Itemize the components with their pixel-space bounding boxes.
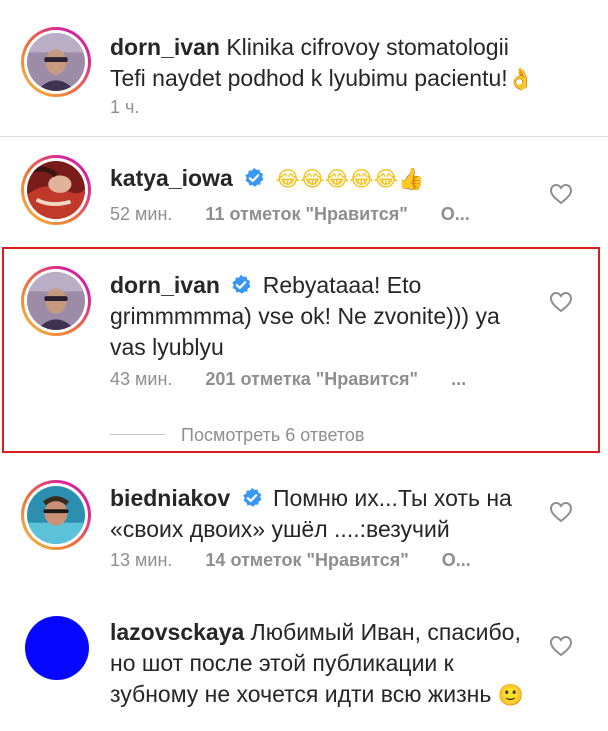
comment-meta: 52 мин. 11 отметок "Нравится" О...	[110, 204, 498, 225]
heart-icon[interactable]	[549, 635, 573, 657]
heart-icon[interactable]	[549, 291, 573, 313]
username[interactable]: dorn_ivan	[110, 34, 220, 60]
comment-meta: 13 мин. 14 отметок "Нравится" О...	[110, 550, 499, 571]
timestamp: 13 мин.	[110, 550, 173, 570]
comment-text: biedniakov Помню их...Ты хоть на «своих …	[110, 483, 535, 545]
timestamp: 1 ч.	[110, 97, 140, 117]
timestamp: 52 мин.	[110, 204, 173, 224]
reply-button[interactable]: О...	[442, 550, 471, 570]
avatar[interactable]	[21, 266, 91, 336]
comment-text: katya_iowa 😂😂😂😂😂👍	[110, 163, 535, 195]
likes-count[interactable]: 11 отметок "Нравится"	[205, 204, 407, 224]
divider	[0, 136, 608, 137]
laughing-emoji-row: 😂😂😂😂😂👍	[275, 167, 425, 191]
avatar-photo	[27, 161, 85, 219]
ok-hand-emoji: 👌	[507, 67, 534, 91]
avatar-photo	[27, 486, 85, 544]
username[interactable]: katya_iowa	[110, 165, 233, 191]
likes-count[interactable]: 14 отметок "Нравится"	[205, 550, 408, 570]
username[interactable]: biedniakov	[110, 485, 230, 511]
verified-badge-icon	[245, 167, 264, 187]
avatar[interactable]	[25, 616, 89, 680]
comment-text: dorn_ivan Klinika cifrovoy stomatologii …	[110, 32, 535, 95]
avatar[interactable]	[21, 155, 91, 225]
username[interactable]: lazovsckaya	[110, 619, 244, 645]
reply-button[interactable]: ...	[451, 369, 466, 389]
timestamp: 43 мин.	[110, 369, 173, 389]
heart-icon[interactable]	[549, 183, 573, 205]
comment-text: dorn_ivan Rebyataaa! Eto grimmmmma) vse …	[110, 270, 535, 363]
likes-count[interactable]: 201 отметка "Нравится"	[205, 369, 418, 389]
verified-badge-icon	[232, 274, 251, 294]
verified-badge-icon	[242, 487, 262, 507]
comment-meta: 43 мин. 201 отметка "Нравится" ...	[110, 369, 494, 390]
comment-text: lazovsckaya Любимый Иван, спасибо, но шо…	[110, 617, 540, 711]
smile-emoji: 🙂	[497, 683, 524, 707]
avatar-photo	[27, 33, 85, 91]
comment-meta: 1 ч.	[110, 97, 167, 118]
view-replies-link[interactable]: Посмотреть 6 ответов	[181, 425, 365, 446]
avatar-photo	[27, 272, 85, 330]
reply-button[interactable]: О...	[441, 204, 470, 224]
heart-icon[interactable]	[549, 501, 573, 523]
avatar[interactable]	[21, 27, 91, 97]
replies-divider	[110, 434, 165, 435]
username[interactable]: dorn_ivan	[110, 272, 220, 298]
avatar[interactable]	[21, 480, 91, 550]
